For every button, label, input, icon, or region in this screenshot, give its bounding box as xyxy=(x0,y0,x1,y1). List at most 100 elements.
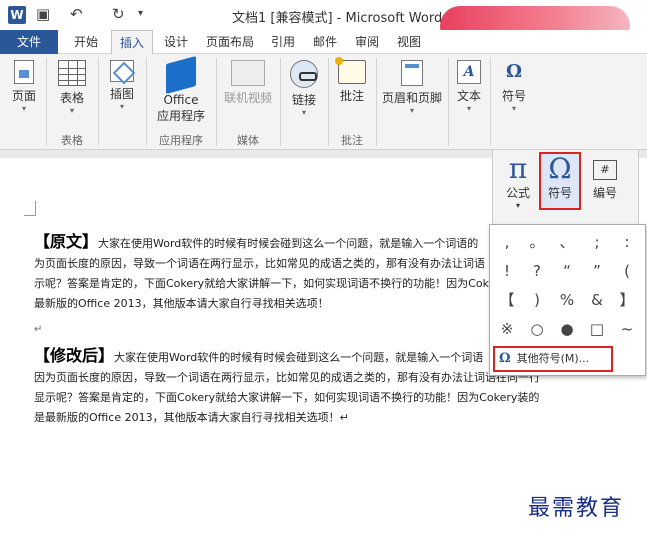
picture-icon xyxy=(110,60,134,82)
tab-view[interactable]: 视图 xyxy=(391,30,427,54)
symbol-cell[interactable]: □ xyxy=(584,316,610,342)
table-button[interactable]: 表格 ▾ xyxy=(52,60,92,116)
equation-label: 公式 xyxy=(505,186,530,200)
group-label-tables: 表格 xyxy=(61,134,83,147)
group-label-comments: 批注 xyxy=(341,134,363,147)
save-icon[interactable]: ▣ xyxy=(36,4,50,24)
text-line: 是最新版的Office 2013，其他版本请大家自行寻找相关选项！↵ xyxy=(34,411,349,424)
text-line: 大家在使用Word软件的时候有时候会碰到这么一个问题，就是输入一个词语的 xyxy=(98,237,479,250)
symbol-cell[interactable]: “ xyxy=(554,258,580,284)
symbol-label: 符号 xyxy=(547,186,572,200)
pages-button[interactable]: 页面 ▾ xyxy=(8,60,40,114)
window-title: 文档1 [兼容模式] - Microsoft Word xyxy=(232,11,443,26)
pictures-button[interactable]: 插图 ▾ xyxy=(104,60,140,112)
tab-insert[interactable]: 插入 xyxy=(111,30,153,55)
tab-design[interactable]: 设计 xyxy=(158,30,194,54)
tab-review[interactable]: 审阅 xyxy=(349,30,385,54)
text-line: 大家在使用Word软件的时候有时候会碰到这么一个问题，就是输入一个词语 xyxy=(114,351,484,364)
symbol-cell[interactable]: ? xyxy=(524,258,550,284)
omega-icon: Ω xyxy=(505,61,523,82)
text-line: 显示呢？答案是肯定的，下面Cokery就给大家讲解一下，如何实现词语不换行的功能… xyxy=(34,391,540,404)
pictures-label: 插图 xyxy=(109,87,134,101)
office-apps-button[interactable]: Office 应用程序 xyxy=(150,55,212,124)
symbols-mini-panel: π 公式 ▾ Ω 符号 # 编号 xyxy=(492,150,639,226)
symbol-cell[interactable]: ” xyxy=(584,258,610,284)
office-store-icon xyxy=(166,55,196,95)
links-button[interactable]: 链接 ▾ xyxy=(284,60,324,118)
pi-icon: π xyxy=(508,152,528,185)
heading-modified: 【修改后】 xyxy=(34,346,115,365)
symbol-cell[interactable]: ○ xyxy=(524,316,550,342)
omega-icon: Ω xyxy=(499,351,511,366)
link-icon xyxy=(290,60,318,88)
comment-label: 批注 xyxy=(339,89,364,103)
paragraph-modified[interactable]: 【修改后】大家在使用Word软件的时候有时候会碰到这么一个问题，就是输入一个词语… xyxy=(34,346,554,428)
online-video-button[interactable]: 联机视频 xyxy=(220,60,276,106)
group-label-media: 媒体 xyxy=(237,134,259,147)
header-footer-label: 页眉和页脚 xyxy=(381,91,442,105)
undo-icon[interactable]: ↶ xyxy=(70,4,83,24)
word-app-icon[interactable]: W xyxy=(8,6,26,24)
number-label: 编号 xyxy=(592,186,617,200)
tab-mailings[interactable]: 邮件 xyxy=(307,30,343,54)
symbol-cell[interactable]: ( xyxy=(614,258,640,284)
text-box-icon: A xyxy=(457,60,481,84)
tab-file[interactable]: 文件 xyxy=(0,30,58,54)
symbols-group-button[interactable]: Ω 符号 ▾ xyxy=(496,60,532,114)
tab-home[interactable]: 开始 xyxy=(64,30,108,54)
equation-button[interactable]: π 公式 ▾ xyxy=(499,154,537,218)
header-footer-icon xyxy=(401,60,423,86)
header-footer-button[interactable]: 页眉和页脚 ▾ xyxy=(378,60,446,116)
text-line: 因为页面长度的原因，导致一个词语在两行显示，比如常见的成语之类的，那有没有办法让… xyxy=(34,371,540,384)
symbol-cell[interactable]: ● xyxy=(554,316,580,342)
symbol-cell[interactable]: , xyxy=(494,229,520,255)
comment-button[interactable]: 批注 xyxy=(332,57,372,104)
symbol-button[interactable]: Ω 符号 xyxy=(539,152,581,210)
margin-corner-mark xyxy=(24,201,36,216)
redo-icon[interactable]: ↻ xyxy=(112,4,125,24)
symbols-group-label: 符号 xyxy=(501,89,526,103)
text-button[interactable]: A 文本 ▾ xyxy=(452,60,486,114)
text-line: 最新版的Office 2013，其他版本请大家自行寻找相关选项！ xyxy=(34,297,329,310)
symbol-cell[interactable]: : xyxy=(614,229,640,255)
symbol-cell[interactable]: 【 xyxy=(494,287,520,313)
symbol-cell[interactable]: ※ xyxy=(494,316,520,342)
symbol-cell[interactable]: ! xyxy=(494,258,520,284)
paragraph-original[interactable]: 【原文】大家在使用Word软件的时候有时候会碰到这么一个问题，就是输入一个词语的… xyxy=(34,232,554,314)
links-label: 链接 xyxy=(291,93,316,107)
symbol-cell[interactable]: & xyxy=(584,287,610,313)
title-bar: W ▣ ↶ ↻ ▾ 文档1 [兼容模式] - Microsoft Word xyxy=(0,0,647,46)
symbol-cell[interactable]: 、 xyxy=(554,229,580,255)
tab-page-layout[interactable]: 页面布局 xyxy=(200,30,260,54)
omega-icon: Ω xyxy=(548,152,572,185)
more-symbols-label: 其他符号(M)... xyxy=(516,352,590,365)
page-icon xyxy=(14,60,34,84)
more-symbols-button[interactable]: Ω 其他符号(M)... xyxy=(493,346,613,372)
number-button[interactable]: # 编号 xyxy=(585,156,625,216)
customize-toolbar-icon[interactable]: ▾ xyxy=(138,4,143,24)
number-icon: # xyxy=(593,160,617,180)
watermark-logo-text: 最需教育 xyxy=(528,496,625,521)
symbol-cell[interactable]: 】 xyxy=(614,287,640,313)
tab-references[interactable]: 引用 xyxy=(265,30,301,54)
symbol-cell[interactable]: 。 xyxy=(524,229,550,255)
paragraph-mark: ↵ xyxy=(34,324,43,335)
text-line: 示呢？答案是肯定的，下面Cokery就给大家讲解一下，如何实现词语不换行的功能！… xyxy=(34,277,489,290)
pages-label: 页面 xyxy=(11,89,36,103)
symbol-cell[interactable]: ; xyxy=(584,229,610,255)
online-video-label: 联机视频 xyxy=(223,91,272,105)
symbol-cell[interactable]: ~ xyxy=(614,316,640,342)
ribbon-tabs: 文件 开始 插入 设计 页面布局 引用 邮件 审阅 视图 xyxy=(0,30,647,55)
symbol-cell[interactable]: ) xyxy=(524,287,550,313)
comment-icon xyxy=(335,57,366,84)
table-label: 表格 xyxy=(59,91,84,105)
table-icon xyxy=(58,60,86,86)
text-line: 为页面长度的原因，导致一个词语在两行显示，比如常见的成语之类的，那有没有办法让词… xyxy=(34,257,485,270)
office-apps-label-2: 应用程序 xyxy=(156,109,205,123)
ribbon-insert: 页面 ▾ 表格 ▾ 表格 插图 ▾ Office 应用程序 应用程序 联机视频 … xyxy=(0,54,647,150)
office-apps-label-1: Office xyxy=(163,93,199,107)
group-label-apps: 应用程序 xyxy=(159,134,203,147)
symbol-cell[interactable]: % xyxy=(554,287,580,313)
heading-original: 【原文】 xyxy=(34,232,99,251)
text-label: 文本 xyxy=(456,89,481,103)
